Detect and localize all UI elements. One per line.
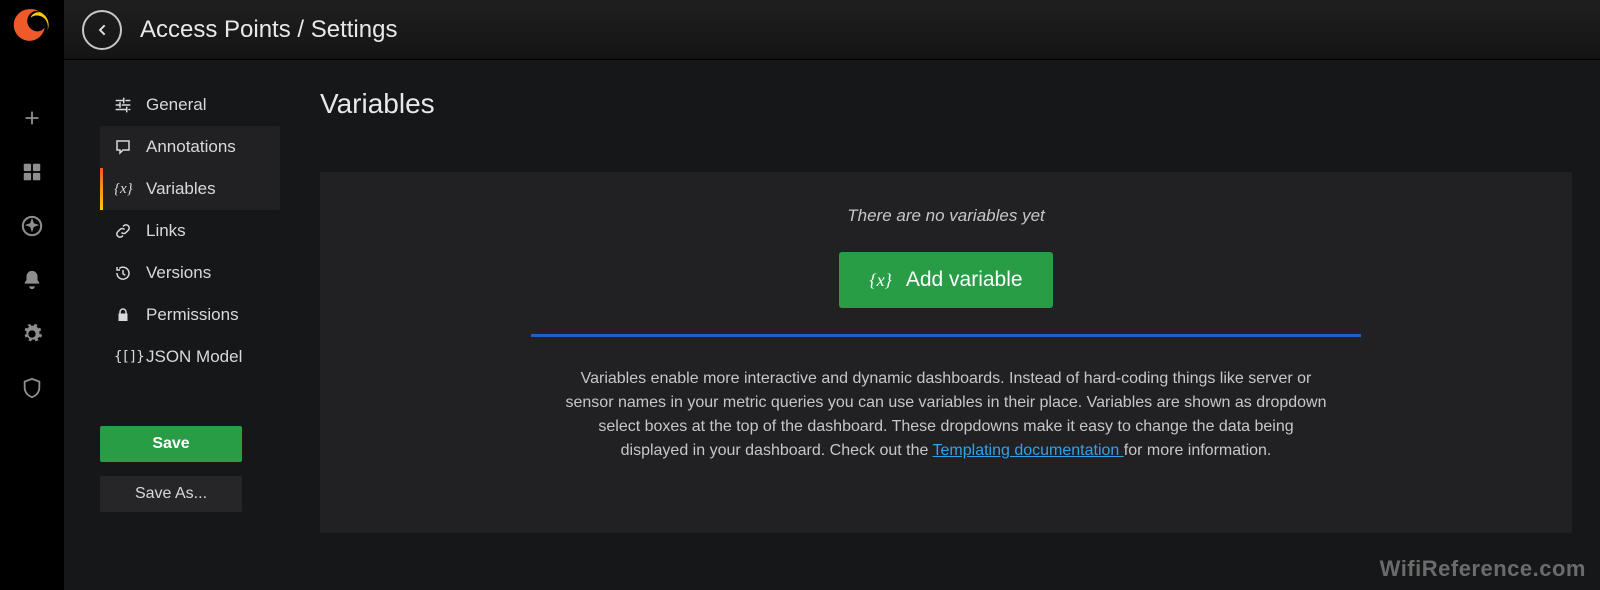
explore-icon[interactable]	[12, 206, 52, 246]
history-icon	[114, 264, 138, 282]
alerting-icon[interactable]	[12, 260, 52, 300]
templating-doc-link[interactable]: Templating documentation	[933, 442, 1124, 459]
shield-icon[interactable]	[12, 368, 52, 408]
sidebar-item-label: Variables	[146, 179, 216, 199]
save-as-button[interactable]: Save As...	[100, 476, 242, 512]
add-icon[interactable]	[12, 98, 52, 138]
sidebar-item-label: JSON Model	[146, 347, 242, 367]
sidebar-item-general[interactable]: General	[100, 84, 280, 126]
sidebar-item-label: General	[146, 95, 206, 115]
info-box: Variables enable more interactive and dy…	[531, 334, 1361, 493]
settings-sidebar: General Annotations {x} Variables Links …	[64, 60, 280, 590]
sidebar-item-label: Versions	[146, 263, 211, 283]
comment-icon	[114, 138, 138, 156]
grafana-logo-icon[interactable]	[13, 6, 51, 44]
lock-icon	[114, 306, 138, 324]
configuration-icon[interactable]	[12, 314, 52, 354]
variables-panel: There are no variables yet {x} Add varia…	[320, 172, 1572, 533]
link-icon	[114, 222, 138, 240]
sidebar-item-label: Permissions	[146, 305, 239, 325]
nav-rail	[0, 0, 64, 590]
sidebar-item-label: Annotations	[146, 137, 236, 157]
sliders-icon	[114, 96, 138, 114]
back-button[interactable]	[82, 10, 122, 50]
save-button[interactable]: Save	[100, 426, 242, 462]
main-panel: Variables There are no variables yet {x}…	[280, 60, 1600, 590]
sidebar-item-permissions[interactable]: Permissions	[100, 294, 280, 336]
topbar: Access Points / Settings	[64, 0, 1600, 60]
info-text-after: for more information.	[1124, 442, 1272, 459]
arrow-left-icon	[94, 22, 110, 38]
variable-icon: {x}	[114, 181, 138, 198]
page-title: Variables	[320, 88, 1572, 120]
watermark: WifiReference.com	[1380, 556, 1586, 582]
empty-state-message: There are no variables yet	[340, 206, 1552, 226]
variable-icon: {x}	[869, 270, 891, 291]
sidebar-item-label: Links	[146, 221, 186, 241]
dashboards-icon[interactable]	[12, 152, 52, 192]
sidebar-item-versions[interactable]: Versions	[100, 252, 280, 294]
sidebar-item-json-model[interactable]: {[]} JSON Model	[100, 336, 280, 378]
content-area: General Annotations {x} Variables Links …	[64, 60, 1600, 590]
json-icon: {[]}	[114, 349, 138, 365]
add-variable-button[interactable]: {x} Add variable	[839, 252, 1053, 308]
sidebar-item-annotations[interactable]: Annotations	[100, 126, 280, 168]
add-variable-label: Add variable	[906, 268, 1023, 292]
sidebar-item-variables[interactable]: {x} Variables	[100, 168, 280, 210]
breadcrumb: Access Points / Settings	[140, 16, 397, 44]
sidebar-item-links[interactable]: Links	[100, 210, 280, 252]
